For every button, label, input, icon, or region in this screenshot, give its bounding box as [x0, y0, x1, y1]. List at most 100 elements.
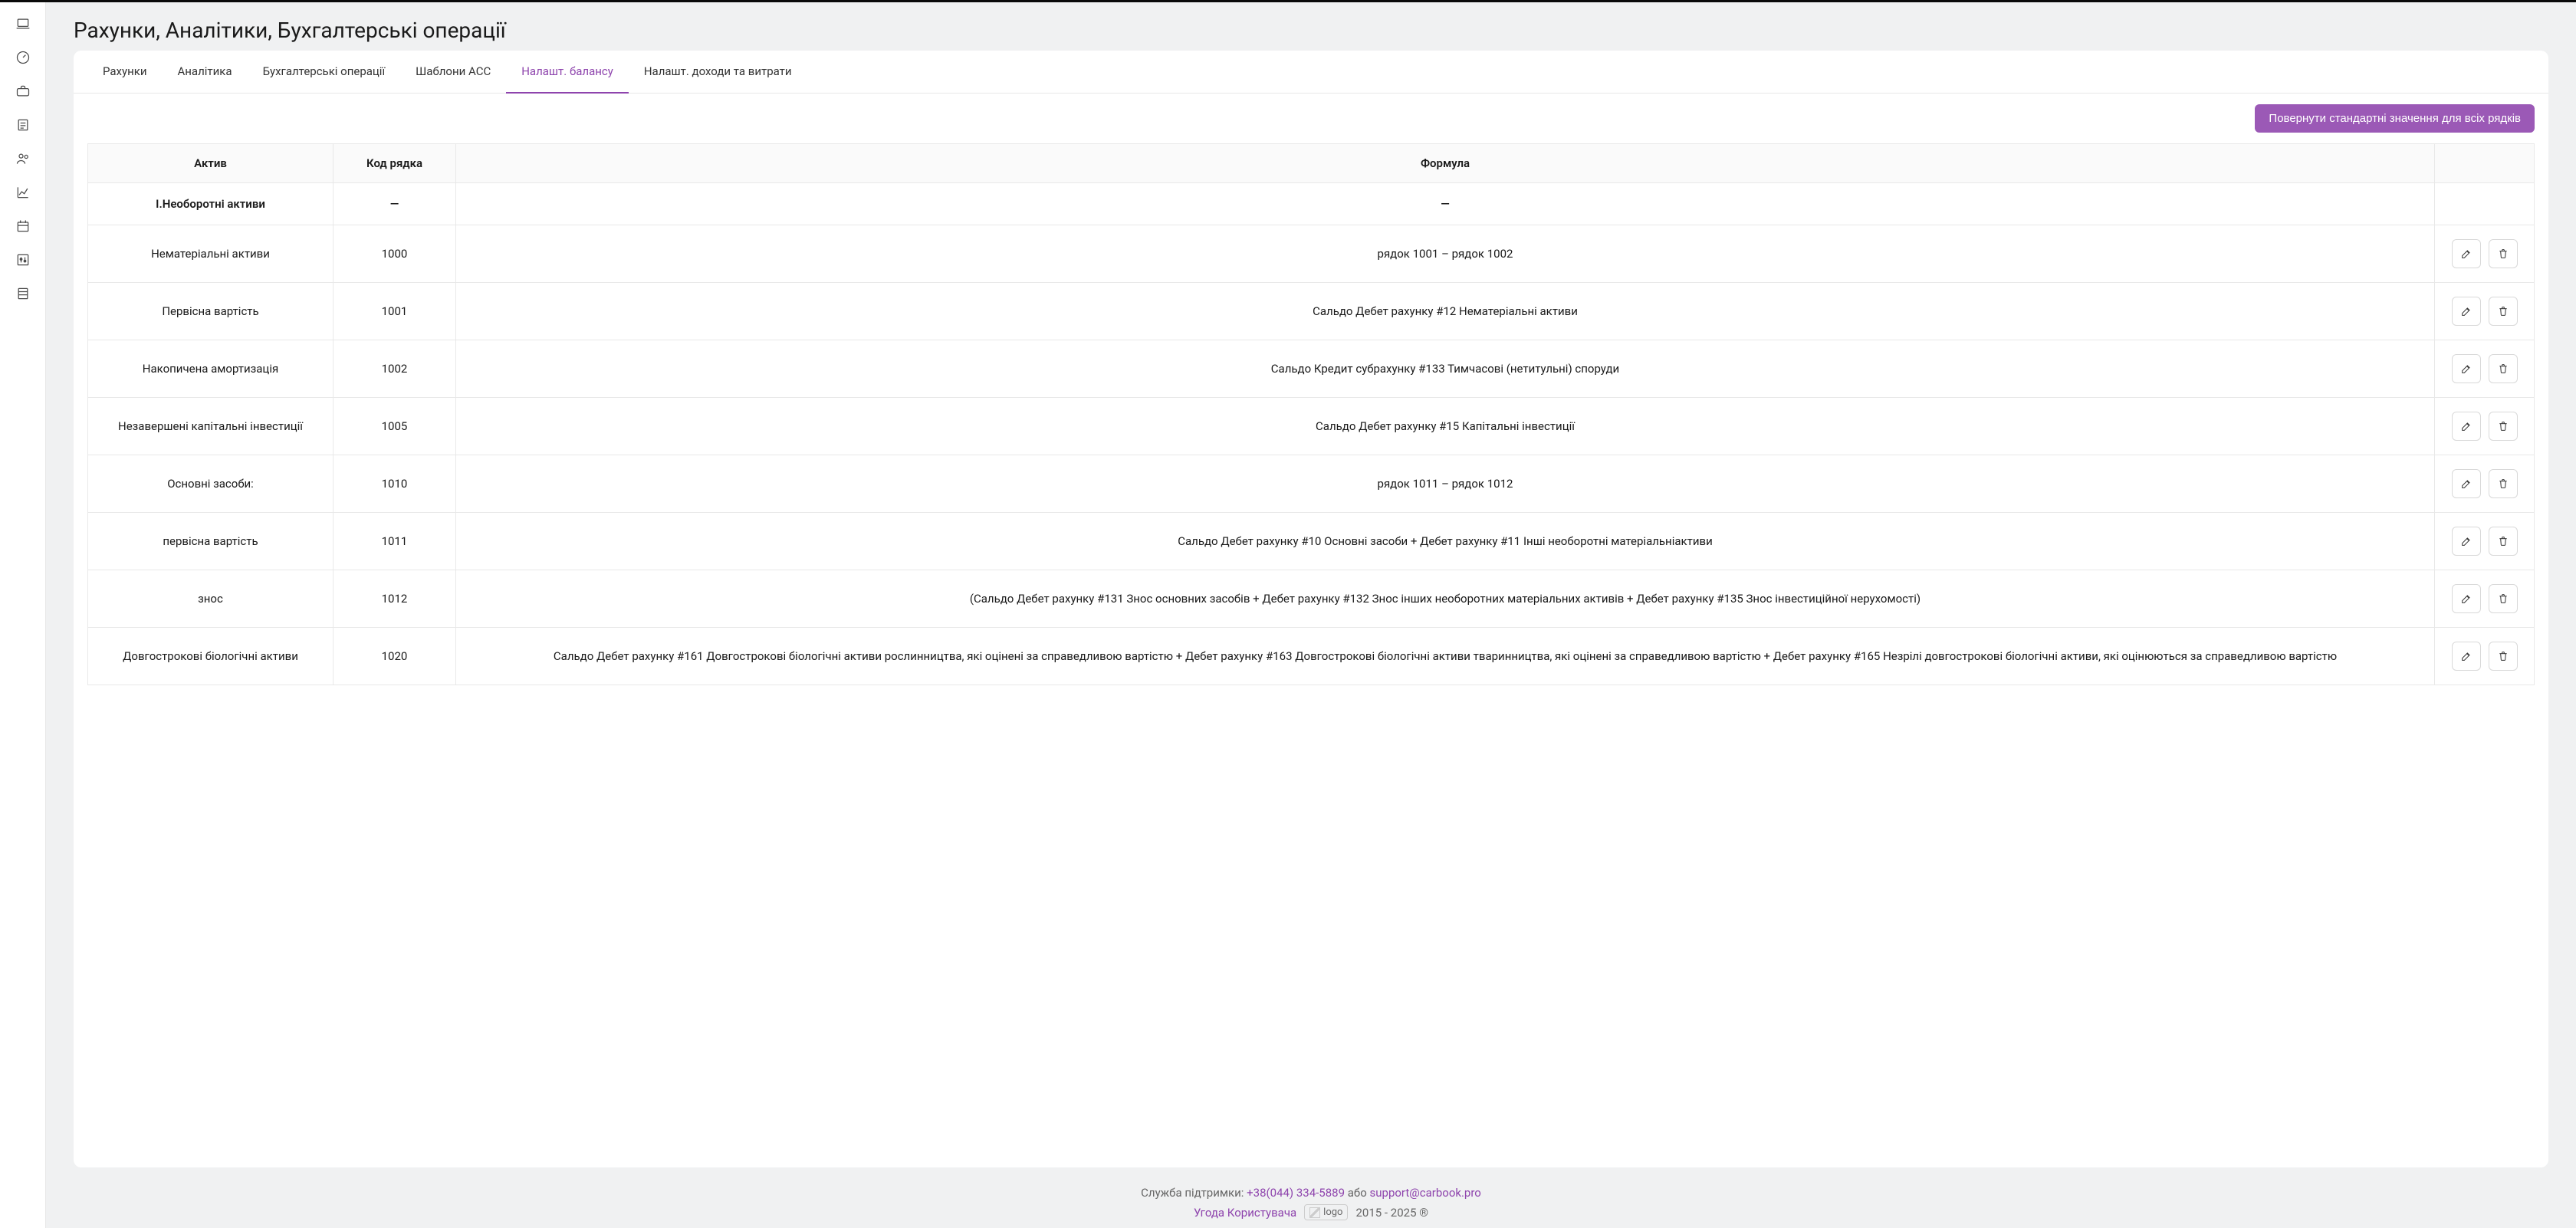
cell-asset: Незавершені капітальні інвестиції	[88, 398, 334, 455]
logo-placeholder: logo	[1304, 1204, 1348, 1220]
edit-button[interactable]	[2452, 642, 2481, 671]
col-header-actions	[2435, 144, 2535, 183]
footer-or: або	[1348, 1186, 1367, 1200]
cell-actions	[2435, 570, 2535, 628]
pencil-icon	[2460, 305, 2472, 317]
edit-button[interactable]	[2452, 469, 2481, 498]
trash-icon	[2497, 593, 2509, 605]
delete-button[interactable]	[2489, 584, 2518, 613]
table-row: Нематеріальні активи1000рядок 1001 – ряд…	[88, 225, 2535, 283]
content-card: РахункиАналітикаБухгалтерські операціїШа…	[74, 51, 2548, 1167]
trash-icon	[2497, 535, 2509, 547]
tab-5[interactable]: Налашт. доходи та витрати	[629, 51, 807, 94]
cell-code: 1020	[334, 628, 456, 685]
edit-button[interactable]	[2452, 297, 2481, 326]
cell-asset: Довгострокові біологічні активи	[88, 628, 334, 685]
book-icon[interactable]	[15, 286, 31, 301]
table-container[interactable]: Актив Код рядка Формула I.Необоротні акт…	[74, 143, 2548, 1167]
chart-line-icon[interactable]	[15, 185, 31, 200]
table-row: Незавершені капітальні інвестиції1005Сал…	[88, 398, 2535, 455]
cell-asset: первісна вартість	[88, 513, 334, 570]
cell-asset: Накопичена амортизація	[88, 340, 334, 398]
delete-button[interactable]	[2489, 527, 2518, 556]
col-header-code: Код рядка	[334, 144, 456, 183]
main-content: Рахунки, Аналітики, Бухгалтерські операц…	[46, 2, 2576, 1228]
cell-actions	[2435, 340, 2535, 398]
cell-formula: —	[456, 183, 2435, 225]
users-icon[interactable]	[15, 151, 31, 166]
toolbar: Повернути стандартні значення для всіх р…	[74, 94, 2548, 143]
cell-asset: Нематеріальні активи	[88, 225, 334, 283]
calendar-icon[interactable]	[15, 218, 31, 234]
cell-code: 1005	[334, 398, 456, 455]
sliders-icon[interactable]	[15, 252, 31, 268]
cell-formula: рядок 1001 – рядок 1002	[456, 225, 2435, 283]
col-header-formula: Формула	[456, 144, 2435, 183]
delete-button[interactable]	[2489, 412, 2518, 441]
cell-actions	[2435, 513, 2535, 570]
support-label: Служба підтримки:	[1141, 1186, 1244, 1200]
table-row: первісна вартість1011Сальдо Дебет рахунк…	[88, 513, 2535, 570]
trash-icon	[2497, 478, 2509, 490]
user-agreement-link[interactable]: Угода Користувача	[1194, 1206, 1296, 1220]
cell-actions	[2435, 628, 2535, 685]
cell-formula: Сальдо Дебет рахунку #12 Нематеріальні а…	[456, 283, 2435, 340]
tab-3[interactable]: Шаблони ACC	[400, 51, 506, 94]
briefcase-icon[interactable]	[15, 84, 31, 99]
cell-asset: знос	[88, 570, 334, 628]
cell-asset: I.Необоротні активи	[88, 183, 334, 225]
cell-code: 1000	[334, 225, 456, 283]
delete-button[interactable]	[2489, 469, 2518, 498]
cell-asset: Основні засоби:	[88, 455, 334, 513]
sidebar	[0, 2, 46, 1228]
footer-years: 2015 - 2025 ®	[1355, 1206, 1428, 1220]
table-row: I.Необоротні активи——	[88, 183, 2535, 225]
cell-code: 1010	[334, 455, 456, 513]
support-email-link[interactable]: support@carbook.pro	[1370, 1186, 1481, 1200]
trash-icon	[2497, 248, 2509, 260]
delete-button[interactable]	[2489, 297, 2518, 326]
cell-formula: Сальдо Кредит субрахунку #133 Тимчасові …	[456, 340, 2435, 398]
table-row: Первісна вартість1001Сальдо Дебет рахунк…	[88, 283, 2535, 340]
pencil-icon	[2460, 478, 2472, 490]
delete-button[interactable]	[2489, 239, 2518, 268]
table-row: Довгострокові біологічні активи1020Сальд…	[88, 628, 2535, 685]
cell-actions	[2435, 398, 2535, 455]
cell-formula: (Сальдо Дебет рахунку #131 Знос основних…	[456, 570, 2435, 628]
tab-1[interactable]: Аналітика	[163, 51, 248, 94]
reset-defaults-button[interactable]: Повернути стандартні значення для всіх р…	[2255, 104, 2535, 133]
edit-button[interactable]	[2452, 527, 2481, 556]
delete-button[interactable]	[2489, 642, 2518, 671]
support-phone-link[interactable]: +38(044) 334-5889	[1247, 1186, 1345, 1200]
tab-2[interactable]: Бухгалтерські операції	[248, 51, 401, 94]
list-icon[interactable]	[15, 117, 31, 133]
edit-button[interactable]	[2452, 239, 2481, 268]
pencil-icon	[2460, 593, 2472, 605]
balance-table: Актив Код рядка Формула I.Необоротні акт…	[87, 143, 2535, 685]
tab-4[interactable]: Налашт. балансу	[506, 51, 629, 94]
edit-button[interactable]	[2452, 354, 2481, 383]
pencil-icon	[2460, 420, 2472, 432]
trash-icon	[2497, 650, 2509, 662]
cell-actions	[2435, 183, 2535, 225]
trash-icon	[2497, 305, 2509, 317]
table-row: знос1012(Сальдо Дебет рахунку #131 Знос …	[88, 570, 2535, 628]
cell-code: 1012	[334, 570, 456, 628]
cell-formula: Сальдо Дебет рахунку #161 Довгострокові …	[456, 628, 2435, 685]
laptop-icon[interactable]	[15, 16, 31, 31]
table-row: Основні засоби:1010рядок 1011 – рядок 10…	[88, 455, 2535, 513]
pencil-icon	[2460, 650, 2472, 662]
page-title: Рахунки, Аналітики, Бухгалтерські операц…	[74, 18, 2548, 43]
tab-0[interactable]: Рахунки	[87, 51, 163, 94]
cell-code: 1001	[334, 283, 456, 340]
pencil-icon	[2460, 363, 2472, 375]
pencil-icon	[2460, 535, 2472, 547]
cell-code: —	[334, 183, 456, 225]
edit-button[interactable]	[2452, 412, 2481, 441]
edit-button[interactable]	[2452, 584, 2481, 613]
gauge-icon[interactable]	[15, 50, 31, 65]
delete-button[interactable]	[2489, 354, 2518, 383]
cell-code: 1002	[334, 340, 456, 398]
cell-formula: рядок 1011 – рядок 1012	[456, 455, 2435, 513]
trash-icon	[2497, 363, 2509, 375]
